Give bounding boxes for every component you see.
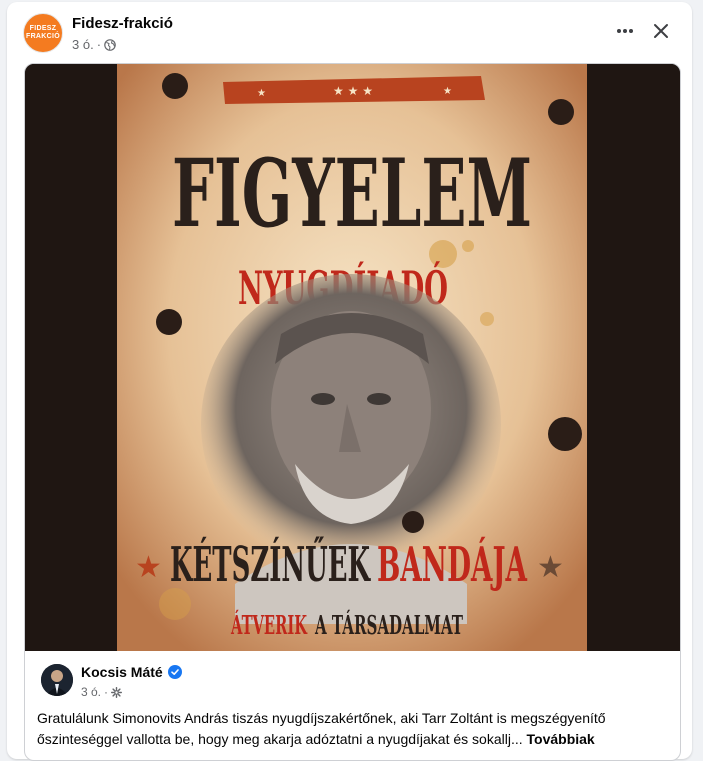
author-avatar-image <box>41 664 73 696</box>
more-options-icon <box>617 29 633 33</box>
shared-post-meta: 3 ó. · <box>81 685 123 699</box>
shared-post-frame[interactable]: ★ ★ ★ ★ ★ FIGYELEM NYUGDÍJADÓ ★ ★ KÉTSZÍ… <box>24 63 681 761</box>
bullet-hole <box>162 73 188 99</box>
star-left: ★ <box>135 550 162 585</box>
more-options-button[interactable] <box>613 19 637 43</box>
star-right: ★ <box>537 550 564 585</box>
avatar-text-top: FIDESZ <box>29 25 57 32</box>
page-avatar[interactable]: FIDESZ FRAKCIÓ <box>23 13 63 53</box>
bullet-hole <box>156 309 182 335</box>
bullet-hole <box>548 417 582 451</box>
portrait-eye-left <box>311 393 335 405</box>
post-text: Gratulálunk Simonovits András tiszás nyu… <box>37 708 665 750</box>
bullet-hole <box>548 99 574 125</box>
portrait-eye-right <box>367 393 391 405</box>
close-icon <box>654 24 668 38</box>
meta-separator: · <box>96 37 102 52</box>
ribbon-star-left: ★ <box>257 88 266 99</box>
globe-icon[interactable] <box>104 38 116 51</box>
verified-badge-icon <box>167 665 182 679</box>
ribbon-star-right: ★ <box>443 86 452 97</box>
ribbon-stars: ★ ★ ★ <box>333 84 373 98</box>
poster-image[interactable]: ★ ★ ★ ★ ★ FIGYELEM NYUGDÍJADÓ ★ ★ KÉTSZÍ… <box>25 64 680 651</box>
post-card: FIDESZ FRAKCIÓ Fidesz-frakció 3 ó. · ★ ★… <box>7 2 692 761</box>
post-header: FIDESZ FRAKCIÓ Fidesz-frakció 3 ó. · <box>7 2 692 62</box>
meta-separator: · <box>104 685 109 699</box>
bullet-hole <box>402 511 424 533</box>
wanted-poster: ★ ★ ★ ★ ★ FIGYELEM NYUGDÍJADÓ ★ ★ KÉTSZÍ… <box>25 64 680 651</box>
post-timestamp[interactable]: 3 ó. <box>72 37 94 52</box>
paint-splat <box>480 312 494 326</box>
poster-headline: FIGYELEM <box>172 139 532 249</box>
post-body-text: Gratulálunk Simonovits András tiszás nyu… <box>37 710 606 747</box>
poster-banner-word-2: BANDÁJA <box>377 536 527 593</box>
see-more-link[interactable]: Továbbiak <box>527 731 595 747</box>
author-line: Kocsis Máté <box>81 664 182 680</box>
avatar-text-bottom: FRAKCIÓ <box>26 33 60 40</box>
paint-splat <box>462 240 474 252</box>
poster-bottom-word-2: A TÁRSADALMAT <box>314 609 463 641</box>
page-name-link[interactable]: Fidesz-frakció <box>72 15 173 32</box>
author-name-link[interactable]: Kocsis Máté <box>81 664 163 680</box>
gear-icon[interactable] <box>111 686 123 698</box>
close-button[interactable] <box>649 19 673 43</box>
poster-banner-word-1: KÉTSZÍNŰEK <box>170 535 371 593</box>
poster-bottom-word-1: ÁTVERIK <box>230 609 307 641</box>
post-meta: 3 ó. · <box>72 37 116 52</box>
shared-post-timestamp[interactable]: 3 ó. <box>81 685 101 699</box>
author-avatar[interactable] <box>41 664 73 696</box>
